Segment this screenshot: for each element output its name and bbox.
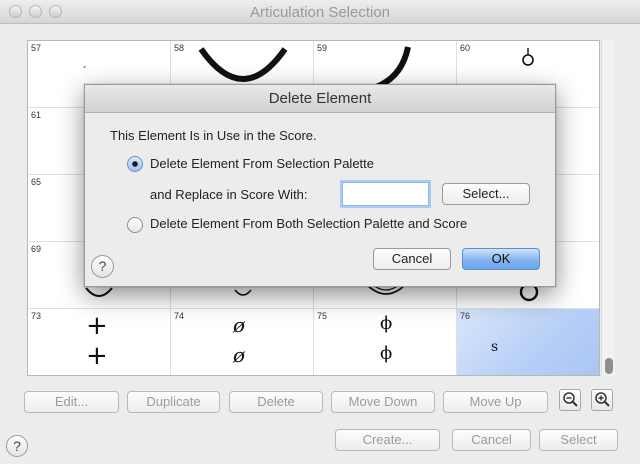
help-button[interactable]: ? [6, 435, 28, 457]
plus-glyph: + [86, 341, 108, 371]
dialog-title: Delete Element [85, 85, 555, 113]
edit-button[interactable]: Edit... [24, 391, 119, 413]
scrollbar-thumb[interactable] [605, 358, 613, 374]
slashed-circle-glyph: ø [233, 343, 246, 367]
s-glyph: s [491, 339, 499, 355]
slashed-circle-glyph: ø [233, 313, 246, 337]
dialog-ok-button[interactable]: OK [462, 248, 540, 270]
replace-in-score-label: and Replace in Score With: [150, 187, 308, 202]
zoom-out-icon [563, 392, 578, 407]
zoom-in-button[interactable] [591, 389, 613, 411]
replace-element-field[interactable] [342, 182, 429, 206]
zoom-out-button[interactable] [559, 389, 581, 411]
cell-number: 76 [460, 311, 471, 321]
curve-glyph [234, 289, 252, 296]
cell-number: 73 [31, 311, 42, 321]
dialog-message: This Element Is in Use in the Score. [110, 128, 317, 143]
phi-glyph: ϕ [380, 313, 393, 334]
fermata-arc-glyph [198, 47, 288, 82]
delete-button[interactable]: Delete [229, 391, 323, 413]
move-down-button[interactable]: Move Down [331, 391, 435, 413]
window-titlebar: Articulation Selection [0, 0, 640, 24]
select-replacement-button[interactable]: Select... [442, 183, 530, 205]
harmonic-glyph [522, 48, 534, 66]
create-button[interactable]: Create... [335, 429, 440, 451]
cell-number: 57 [31, 43, 42, 53]
cell-number: 58 [174, 43, 185, 53]
articulation-cell[interactable]: 74 ø ø [171, 309, 314, 375]
articulation-cell[interactable]: 73 + + [28, 309, 171, 375]
phi-glyph: ϕ [380, 343, 393, 364]
move-up-button[interactable]: Move Up [443, 391, 548, 413]
plus-glyph: + [86, 311, 108, 341]
delete-from-palette-label[interactable]: Delete Element From Selection Palette [150, 156, 374, 171]
cell-number: 74 [174, 311, 185, 321]
duplicate-button[interactable]: Duplicate [127, 391, 220, 413]
cancel-button[interactable]: Cancel [452, 429, 531, 451]
delete-element-dialog: Delete Element This Element Is in Use in… [84, 84, 556, 287]
cell-number: 75 [317, 311, 328, 321]
articulation-cell-selected[interactable]: 76 s [457, 309, 599, 375]
curve-glyph [85, 287, 113, 297]
delete-from-both-label[interactable]: Delete Element From Both Selection Palet… [150, 216, 467, 231]
cell-number: 65 [31, 177, 42, 187]
cell-number: 69 [31, 244, 42, 254]
cell-number: 60 [460, 43, 471, 53]
cell-number: 59 [317, 43, 328, 53]
articulation-cell[interactable]: 75 ϕ ϕ [314, 309, 457, 375]
grid-scrollbar[interactable] [601, 40, 615, 376]
delete-from-palette-radio[interactable] [127, 156, 143, 172]
cell-number: 61 [31, 110, 42, 120]
delete-from-both-radio[interactable] [127, 217, 143, 233]
dialog-cancel-button[interactable]: Cancel [373, 248, 451, 270]
dialog-help-button[interactable]: ? [91, 255, 114, 278]
zoom-in-icon [595, 392, 610, 407]
select-button[interactable]: Select [539, 429, 618, 451]
window-title: Articulation Selection [249, 4, 391, 21]
slur-arc-glyph [374, 46, 411, 89]
